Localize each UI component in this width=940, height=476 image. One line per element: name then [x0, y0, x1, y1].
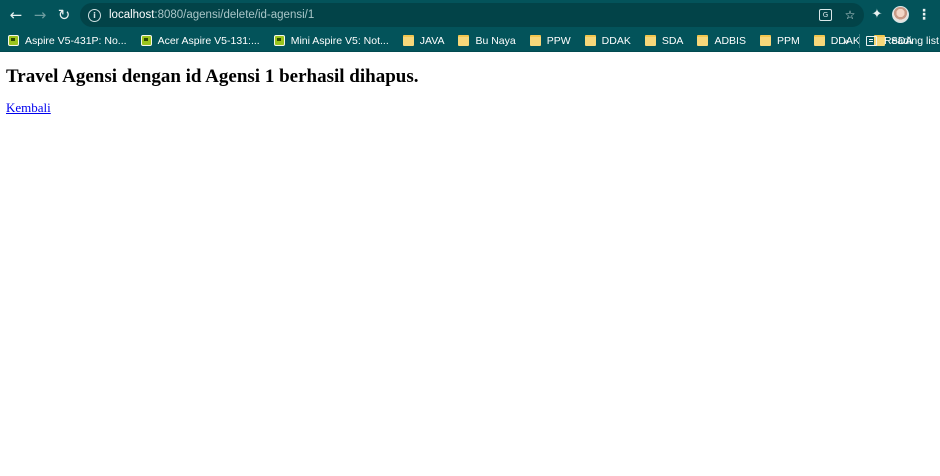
omnibox-actions: G ☆ — [819, 3, 858, 27]
bookmark-label: Aspire V5-431P: No... — [25, 34, 127, 47]
folder-icon — [644, 35, 656, 46]
folder-icon — [458, 35, 470, 46]
bookmark-label: Acer Aspire V5-131:... — [157, 34, 260, 47]
folder-icon — [584, 35, 596, 46]
laptop-favicon-icon — [273, 35, 285, 46]
bookmark-label: Mini Aspire V5: Not... — [290, 34, 389, 47]
reload-icon[interactable]: ↻ — [52, 3, 76, 27]
laptop-favicon-icon — [140, 35, 152, 46]
folder-icon — [813, 35, 825, 46]
bookmark-label: PPM — [776, 34, 800, 47]
reading-list-button[interactable]: Reading list — [866, 30, 939, 52]
bookmark-label: ADBIS — [714, 34, 746, 47]
bookmark-folder[interactable]: JAVA — [395, 30, 451, 52]
url-text[interactable]: localhost:8080/agensi/delete/id-agensi/1 — [109, 9, 314, 21]
bookmark-folder[interactable]: Bu Naya — [450, 30, 521, 52]
bookmark-folder[interactable]: PPM — [752, 30, 806, 52]
back-link[interactable]: Kembali — [6, 100, 51, 116]
page-heading: Travel Agensi dengan id Agensi 1 berhasi… — [6, 66, 419, 87]
bookmark-folder[interactable]: DDAK — [577, 30, 637, 52]
bookmark-folder[interactable]: DDAK — [806, 30, 866, 52]
bookmark-folder[interactable]: ADBIS — [689, 30, 752, 52]
star-bookmark-icon[interactable]: ☆ — [842, 7, 858, 23]
bookmark-label: DDAK — [601, 34, 631, 47]
page-content: Travel Agensi dengan id Agensi 1 berhasi… — [0, 53, 940, 476]
translate-icon[interactable]: G — [819, 9, 832, 21]
address-bar[interactable]: i localhost:8080/agensi/delete/id-agensi… — [80, 3, 864, 27]
laptop-favicon-icon — [8, 35, 19, 46]
folder-icon — [529, 35, 541, 46]
bookmark-label: SDA — [661, 34, 684, 47]
bookmark-label: Bu Naya — [475, 34, 516, 47]
bookmark-label: JAVA — [419, 34, 445, 47]
bookmark-item[interactable]: Acer Aspire V5-131:... — [133, 30, 266, 52]
bookmarks-overflow-chevron-icon[interactable]: » — [843, 30, 850, 52]
bookmark-folder[interactable]: PPW — [522, 30, 577, 52]
browser-toolbar: ← → ↻ i localhost:8080/agensi/delete/id-… — [0, 0, 940, 30]
folder-icon — [402, 35, 414, 46]
back-arrow-icon[interactable]: ← — [4, 3, 28, 27]
folder-icon — [697, 35, 709, 46]
site-info-icon[interactable]: i — [88, 8, 101, 22]
url-host: localhost — [109, 9, 155, 21]
folder-icon — [759, 35, 771, 46]
bookmark-item[interactable]: Mini Aspire V5: Not... — [266, 30, 395, 52]
bookmark-label: PPW — [546, 34, 571, 47]
bookmark-item[interactable]: Aspire V5-431P: No... — [0, 30, 133, 52]
profile-avatar[interactable] — [892, 6, 909, 23]
bookmarks-divider — [859, 34, 860, 48]
url-path: :8080/agensi/delete/id-agensi/1 — [154, 9, 315, 21]
bookmarks-bar: Aspire V5-431P: No... Acer Aspire V5-131… — [0, 30, 940, 52]
extensions-puzzle-icon[interactable]: ✦ — [869, 6, 885, 22]
reading-list-icon — [866, 36, 877, 46]
kebab-menu-icon[interactable]: ⋮ — [917, 6, 931, 24]
forward-arrow-icon[interactable]: → — [28, 3, 52, 27]
bookmark-folder[interactable]: SDA — [637, 30, 690, 52]
reading-list-label: Reading list — [884, 35, 939, 47]
